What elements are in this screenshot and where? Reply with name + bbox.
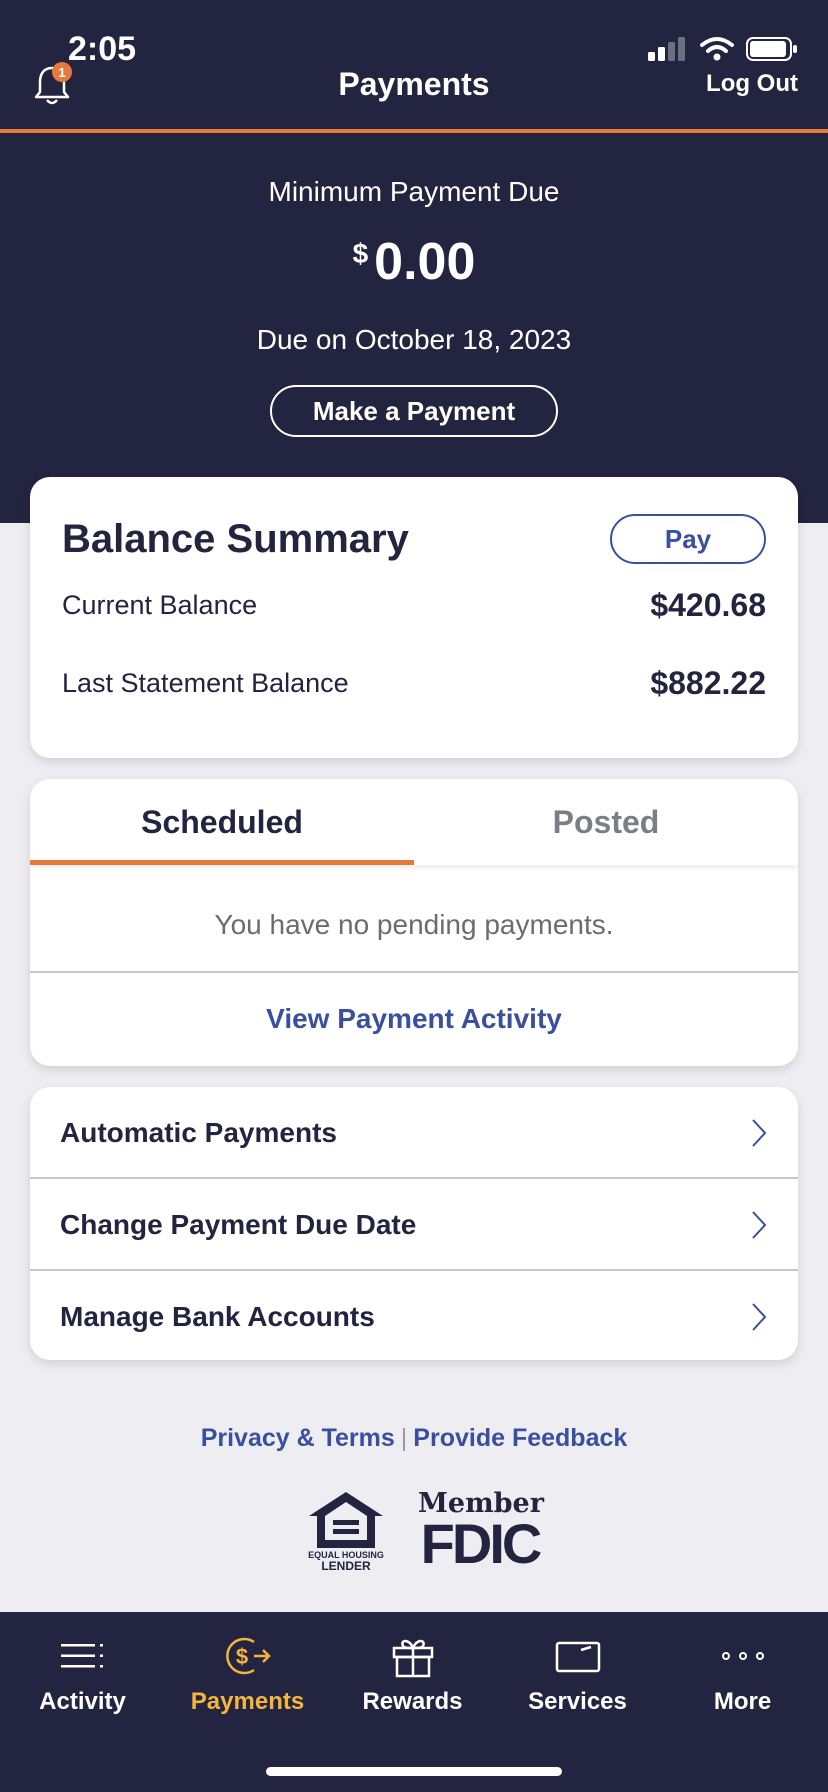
chevron-right-icon [752, 1211, 767, 1239]
provide-feedback-link[interactable]: Provide Feedback [413, 1424, 627, 1452]
wifi-icon [700, 37, 734, 61]
current-balance-row: Current Balance $420.68 [62, 587, 766, 624]
nav-rewards[interactable]: Rewards [330, 1612, 495, 1732]
chevron-right-icon [752, 1303, 767, 1331]
link-separator: | [400, 1424, 408, 1452]
dollar-arrow-icon: $ [225, 1637, 271, 1675]
current-balance-amount: $420.68 [650, 587, 766, 623]
status-icons [648, 36, 798, 62]
payments-card: Scheduled Posted You have no pending pay… [30, 779, 798, 1066]
empty-message: You have no pending payments. [214, 909, 614, 940]
fdic-logo: Member FDIC [418, 1490, 544, 1575]
bottom-navigation: Activity $ Payments Rewards Services Mor… [0, 1612, 828, 1792]
fdic-text: FDIC [420, 1512, 543, 1575]
tab-scheduled[interactable]: Scheduled [30, 779, 414, 865]
balance-summary-card: Balance Summary Pay Current Balance $420… [30, 477, 798, 758]
card-icon [555, 1641, 600, 1673]
svg-text:LENDER: LENDER [321, 1559, 371, 1572]
list-icon [60, 1644, 103, 1668]
current-balance-label: Current Balance [62, 590, 258, 620]
payment-options-card: Automatic Payments Change Payment Due Da… [30, 1087, 798, 1360]
equal-housing-lender-logo: EQUAL HOUSING LENDER [308, 1492, 384, 1572]
nav-rewards-label: Rewards [362, 1688, 463, 1715]
active-tab-indicator [30, 860, 414, 865]
payment-tabs: Scheduled Posted [30, 779, 798, 865]
nav-services[interactable]: Services [495, 1612, 660, 1732]
page-title: Payments [338, 66, 490, 102]
chevron-right-icon [752, 1119, 767, 1147]
nav-more[interactable]: More [660, 1612, 825, 1732]
nav-activity-label: Activity [39, 1688, 126, 1715]
statement-balance-row: Last Statement Balance $882.22 [62, 665, 766, 702]
gift-icon [392, 1639, 433, 1678]
nav-services-label: Services [528, 1688, 627, 1715]
battery-icon [746, 37, 797, 61]
nav-payments-label: Payments [190, 1688, 305, 1715]
tab-posted[interactable]: Posted [414, 779, 798, 865]
statement-balance-amount: $882.22 [650, 665, 766, 701]
minimum-payment-amount: $0.00 [0, 232, 828, 292]
signal-icon [648, 37, 685, 61]
currency-symbol: $ [352, 238, 369, 269]
make-payment-button[interactable]: Make a Payment [270, 385, 558, 437]
logout-button[interactable]: Log Out [706, 70, 798, 98]
automatic-payments-label: Automatic Payments [60, 1117, 337, 1148]
nav-payments[interactable]: $ Payments [165, 1612, 330, 1732]
manage-bank-accounts-row[interactable]: Manage Bank Accounts [30, 1271, 798, 1360]
change-due-date-row[interactable]: Change Payment Due Date [30, 1179, 798, 1271]
divider [30, 971, 798, 973]
privacy-terms-link[interactable]: Privacy & Terms [201, 1424, 395, 1452]
statement-balance-label: Last Statement Balance [62, 668, 349, 698]
header-divider [0, 129, 828, 133]
more-dots-icon [721, 1652, 764, 1660]
nav-activity[interactable]: Activity [0, 1612, 165, 1732]
pay-button[interactable]: Pay [610, 514, 766, 564]
minimum-payment-label: Minimum Payment Due [268, 176, 560, 207]
amount-value: 0.00 [374, 233, 476, 291]
nav-more-label: More [713, 1688, 772, 1715]
change-due-date-label: Change Payment Due Date [60, 1209, 417, 1240]
home-indicator [266, 1767, 562, 1776]
balance-summary-title: Balance Summary [62, 517, 409, 561]
svg-text:$: $ [235, 1644, 247, 1669]
view-payment-activity-link[interactable]: View Payment Activity [30, 1003, 798, 1035]
footer-links: Privacy & Terms | Provide Feedback [0, 1424, 828, 1453]
due-date: Due on October 18, 2023 [256, 324, 572, 355]
status-time: 2:05 [68, 30, 137, 68]
manage-bank-accounts-label: Manage Bank Accounts [60, 1301, 375, 1332]
automatic-payments-row[interactable]: Automatic Payments [30, 1087, 798, 1179]
